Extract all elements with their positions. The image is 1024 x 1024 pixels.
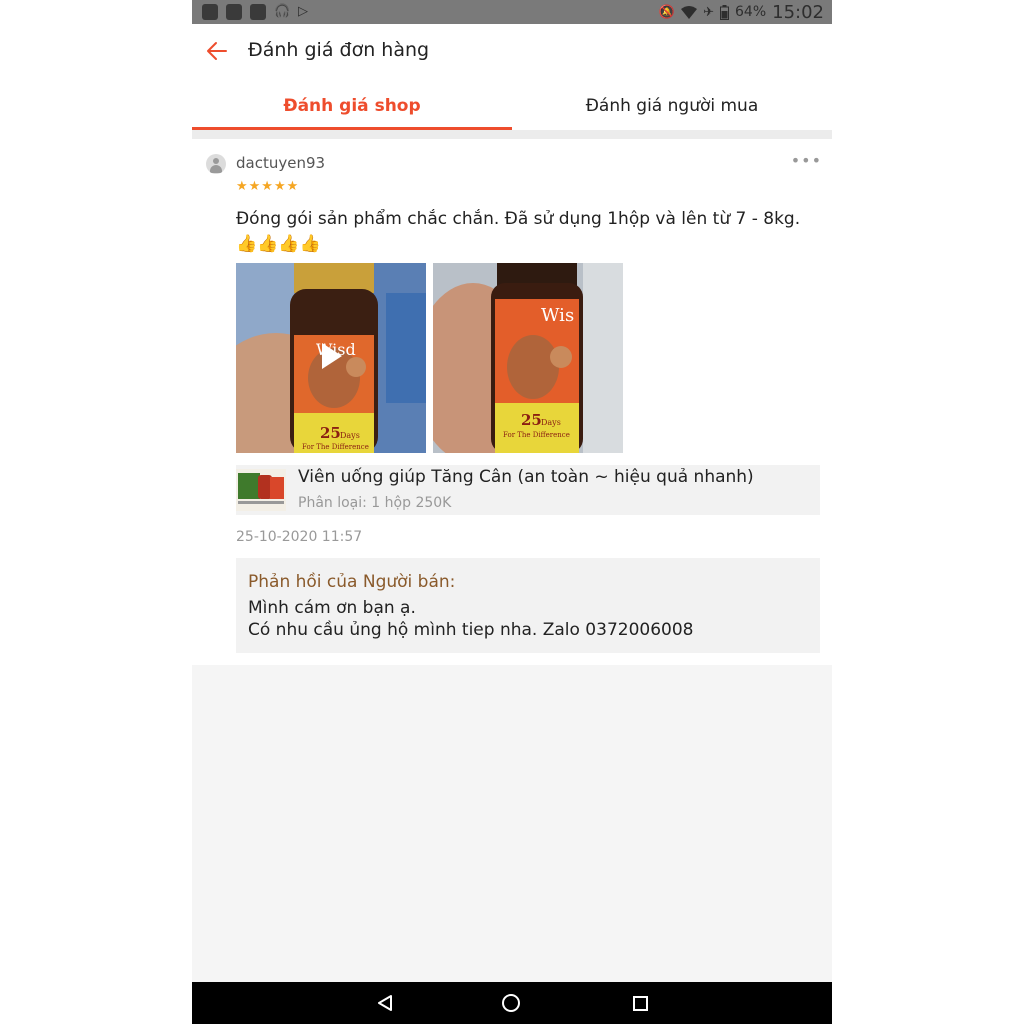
wifi-icon — [681, 5, 698, 19]
battery-percent: 64% — [735, 4, 767, 20]
product-thumbnail — [236, 469, 286, 511]
review-comment: Đóng gói sản phẩm chắc chắn. Đã sử dụng … — [236, 209, 801, 254]
bottle-days-label: Days — [340, 431, 360, 440]
status-bar: 🎧 ▷ 🔕 ✈ 64% 15:02 — [192, 0, 832, 24]
nav-home-icon[interactable] — [502, 994, 520, 1012]
seller-reply-title: Phản hồi của Người bán: — [248, 572, 456, 592]
arrow-left-icon[interactable] — [204, 38, 230, 64]
product-name: Viên uống giúp Tăng Cân (an toàn ~ hiệu … — [298, 467, 754, 487]
seller-reply: Phản hồi của Người bán: Mình cám ơn bạn … — [236, 558, 820, 653]
review-card: dactuyen93 ••• ★★★★★ Đóng gói sản phẩm c… — [192, 139, 832, 665]
reviewed-product[interactable]: Viên uống giúp Tăng Cân (an toàn ~ hiệu … — [236, 465, 820, 515]
mute-icon: 🔕 — [658, 4, 676, 20]
bottle-brand-text: Wis — [541, 305, 574, 326]
battery-icon — [720, 4, 729, 20]
more-options-icon[interactable]: ••• — [791, 151, 822, 170]
play-icon[interactable] — [322, 343, 342, 369]
nav-recents-icon[interactable] — [633, 996, 648, 1011]
phone-screen: 🎧 ▷ 🔕 ✈ 64% 15:02 Đánh giá đơn hàng Đánh… — [192, 0, 832, 1024]
seller-reply-line: Mình cám ơn bạn ạ. — [248, 598, 416, 618]
review-photo-thumbnail[interactable]: Wis 25 Days For The Difference — [433, 263, 623, 453]
airplane-icon: ✈ — [703, 4, 714, 20]
page-title: Đánh giá đơn hàng — [248, 39, 430, 61]
system-nav-bar — [192, 982, 832, 1024]
review-date: 25-10-2020 11:57 — [236, 529, 363, 545]
notification-icon — [226, 4, 242, 20]
notification-icon — [250, 4, 266, 20]
review-video-thumbnail[interactable]: Wisd 25 Days For The Difference — [236, 263, 426, 453]
avatar — [206, 154, 226, 174]
star-rating: ★★★★★ — [236, 179, 300, 194]
notification-icon — [202, 4, 218, 20]
app-header: Đánh giá đơn hàng — [192, 24, 832, 80]
section-divider — [192, 130, 832, 139]
reviewer-username: dactuyen93 — [236, 154, 326, 172]
tab-shop-review[interactable]: Đánh giá shop — [192, 80, 512, 130]
seller-reply-line: Có nhu cầu ủng hộ mình tiep nha. Zalo 03… — [248, 620, 694, 640]
tab-bar: Đánh giá shop Đánh giá người mua — [192, 80, 832, 130]
status-right: 🔕 ✈ 64% 15:02 — [659, 0, 824, 24]
tab-buyer-review[interactable]: Đánh giá người mua — [512, 80, 832, 130]
play-store-icon: ▷ — [298, 4, 308, 19]
bottle-days-number: 25 — [320, 424, 341, 442]
bottle-tagline: For The Difference — [302, 443, 369, 451]
clock: 15:02 — [772, 1, 824, 23]
headset-icon: 🎧 — [274, 4, 291, 19]
bottle-tagline: For The Difference — [503, 431, 570, 439]
bottle-days-label: Days — [541, 418, 561, 427]
product-variant: Phân loại: 1 hộp 250K — [298, 495, 452, 511]
nav-back-icon[interactable] — [376, 994, 394, 1012]
bottle-days-number: 25 — [521, 411, 542, 429]
